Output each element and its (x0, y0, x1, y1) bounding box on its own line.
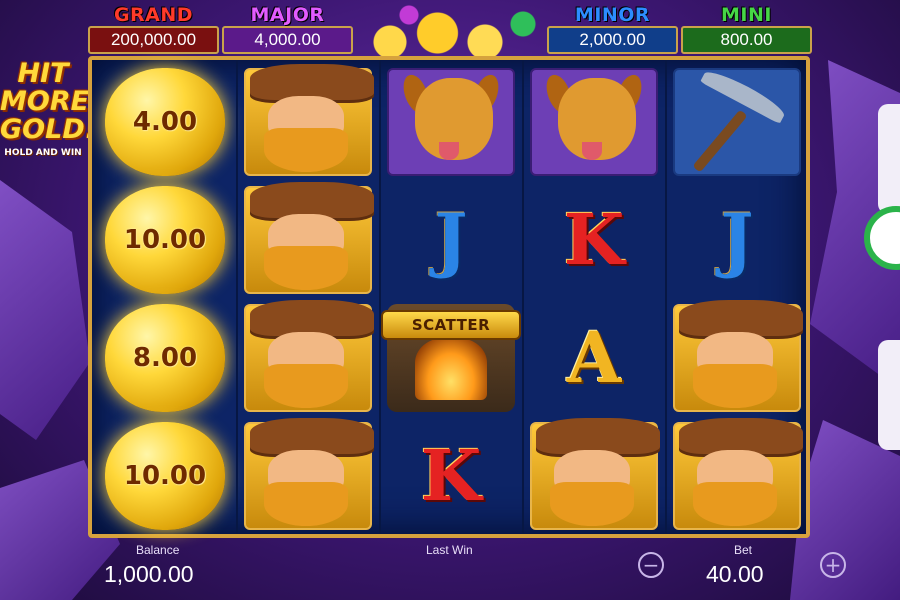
letter-glyph: K (420, 434, 482, 517)
dog-icon (530, 68, 658, 176)
nugget-value: 10.00 (123, 461, 207, 491)
letter-symbol-inner: K (387, 422, 515, 530)
nugget-value: 10.00 (123, 225, 207, 255)
letter-symbol-inner: J (673, 186, 801, 294)
logo-line-1: HIT (17, 58, 69, 89)
miner-beard (264, 246, 348, 290)
dog-icon (387, 68, 515, 176)
jackpot-grand: GRAND 200,000.00 (88, 4, 219, 56)
miner-hat (250, 418, 374, 454)
miner-hat (679, 300, 803, 336)
letter-symbol-k: K (381, 417, 521, 535)
gold-nugget-symbol: 10.00 (95, 417, 235, 535)
gold-nugget-symbol: 4.00 (95, 63, 235, 181)
dog-symbol (381, 63, 521, 181)
miner-symbol (524, 417, 664, 535)
miner-icon (673, 300, 803, 412)
balance-value: 1,000.00 (104, 561, 194, 587)
letter-symbol-j: J (381, 181, 521, 299)
scatter-symbol: SCATTER (381, 299, 521, 417)
bet-decrease-button[interactable]: − (638, 552, 664, 578)
pickaxe-icon (673, 65, 801, 176)
jackpot-grand-name: GRAND (113, 4, 194, 26)
pickaxe-symbol (667, 63, 807, 181)
mine-glow (415, 338, 487, 400)
miner-hat (250, 300, 374, 336)
jackpot-major: MAJOR 4,000.00 (222, 4, 353, 56)
miner-beard (264, 482, 348, 526)
jackpot-mini-value: 800.00 (681, 26, 812, 54)
miner-beard (693, 364, 777, 408)
jackpot-major-name: MAJOR (250, 4, 325, 26)
jackpot-grand-value: 200,000.00 (88, 26, 219, 54)
miner-beard (264, 128, 348, 172)
letter-symbol-a: A (524, 299, 664, 417)
logo-subtitle: HOLD AND WIN (4, 148, 82, 158)
logo-line-3: GOLD! (0, 114, 98, 145)
nugget-value: 8.00 (132, 343, 198, 373)
letter-symbol-inner: J (387, 186, 515, 294)
autoplay-panel[interactable] (878, 340, 900, 450)
miner-hat (250, 64, 374, 100)
last-win-label: Last Win (426, 543, 473, 557)
gold-nugget-symbol: 8.00 (95, 299, 235, 417)
miner-icon (244, 64, 374, 176)
bet-increase-button[interactable]: + (820, 552, 846, 578)
reel-grid: 4.00 10.00 8.00 10.00 J SCATTER K K A J (88, 56, 810, 538)
dog-tongue (582, 142, 602, 160)
miner-hat (250, 182, 374, 218)
dog-symbol (524, 63, 664, 181)
miner-symbol (238, 181, 378, 299)
gold-nugget-icon: 10.00 (105, 422, 225, 530)
letter-symbol-k: K (524, 181, 664, 299)
gold-nugget-icon: 8.00 (105, 304, 225, 412)
miner-icon (530, 418, 660, 530)
jackpot-minor-name: MINOR (574, 4, 651, 26)
miner-hat (536, 418, 660, 454)
letter-symbol-inner: A (530, 304, 658, 412)
balance-label: Balance (136, 543, 180, 557)
letter-glyph: A (566, 316, 622, 399)
miner-icon (244, 182, 374, 294)
gold-nugget-icon: 10.00 (105, 186, 225, 294)
gold-nugget-icon: 4.00 (105, 68, 225, 176)
logo-line-2: MORE (0, 86, 90, 117)
miner-symbol (238, 417, 378, 535)
miner-symbol (667, 417, 807, 535)
jackpot-mini-name: MINI (721, 4, 772, 26)
side-menu-panel[interactable] (878, 104, 900, 214)
mine-entrance-icon: SCATTER (381, 304, 521, 412)
letter-glyph: J (720, 198, 754, 281)
bet-value: 40.00 (706, 561, 764, 587)
cave-rock-left (0, 180, 90, 440)
jackpot-mini: MINI 800.00 (681, 4, 812, 56)
miner-beard (264, 364, 348, 408)
letter-glyph: J (434, 198, 468, 281)
nugget-value: 4.00 (132, 107, 198, 137)
miner-beard (550, 482, 634, 526)
letter-symbol-inner: K (530, 186, 658, 294)
miner-symbol (667, 299, 807, 417)
miner-hat (679, 418, 803, 454)
jackpot-major-value: 4,000.00 (222, 26, 353, 54)
miner-symbol (238, 299, 378, 417)
jackpot-minor-value: 2,000.00 (547, 26, 678, 54)
pick-handle (692, 109, 748, 173)
miner-icon (673, 418, 803, 530)
miner-beard (693, 482, 777, 526)
bet-label: Bet (734, 543, 753, 557)
game-logo: HIT MORE GOLD! HOLD AND WIN (0, 58, 98, 200)
letter-glyph: K (563, 198, 625, 281)
gold-treasure-pile (352, 0, 542, 60)
jackpot-minor: MINOR 2,000.00 (547, 4, 678, 56)
miner-symbol (238, 63, 378, 181)
letter-symbol-j: J (667, 181, 807, 299)
scatter-label: SCATTER (381, 310, 521, 340)
gold-nugget-symbol: 10.00 (95, 181, 235, 299)
dog-tongue (439, 142, 459, 160)
miner-icon (244, 300, 374, 412)
miner-icon (244, 418, 374, 530)
